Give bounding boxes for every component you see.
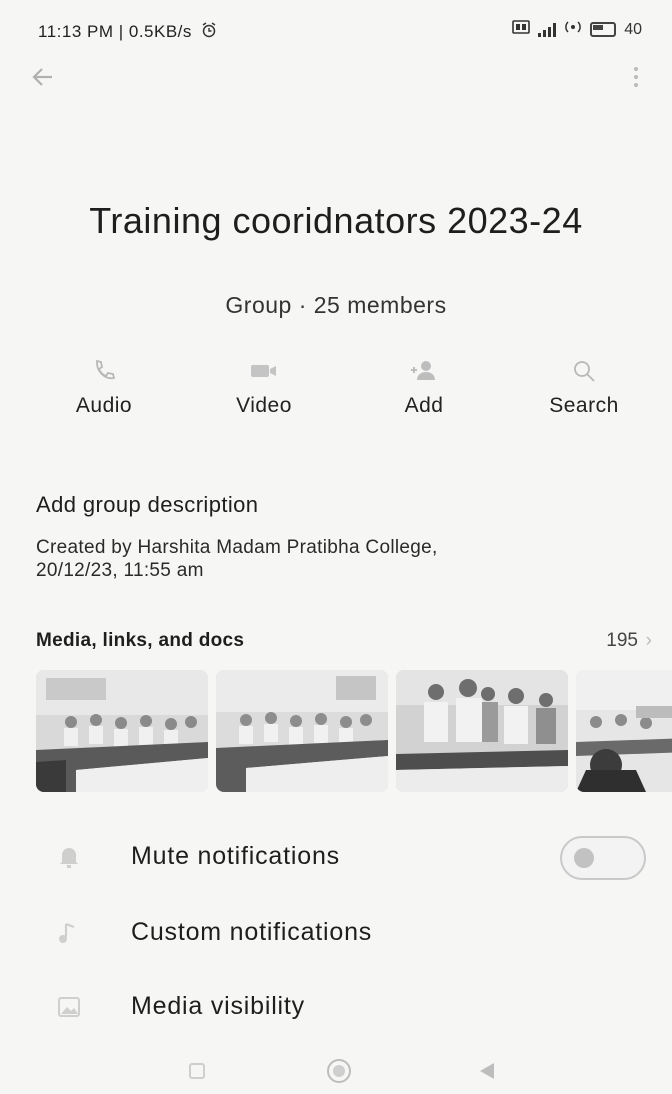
media-thumbnail[interactable] [216, 670, 388, 792]
battery-icon [590, 22, 617, 37]
alarm-icon [201, 22, 217, 43]
group-subtitle: Group · 25 members [225, 292, 447, 318]
video-label: Video [236, 394, 292, 417]
search-icon [571, 356, 597, 386]
media-count: 195 [606, 630, 638, 651]
custom-notifications-row[interactable]: Custom notifications [0, 906, 672, 962]
media-thumbnails [36, 670, 672, 794]
action-bar: Audio Video Add Search [34, 356, 654, 426]
media-thumbnail[interactable] [36, 670, 208, 792]
search-label: Search [549, 394, 619, 417]
created-date-text: 20/12/23, 11:55 am [36, 560, 204, 581]
image-icon [56, 994, 82, 1020]
hotspot-icon [564, 20, 582, 39]
arrow-back-icon[interactable] [30, 64, 60, 94]
phone-icon [91, 356, 117, 386]
media-links-docs-header[interactable]: Media, links, and docs 195 › [36, 630, 656, 656]
add-member-button[interactable]: Add [354, 356, 494, 426]
media-visibility-label: Media visibility [131, 992, 305, 1020]
signal-icon [538, 22, 557, 37]
system-nav-bar [0, 1044, 672, 1094]
status-icons: 40 [512, 20, 642, 39]
status-bar: 11:13 PM | 0.5KB/s 40 [0, 0, 672, 56]
media-thumbnail[interactable] [576, 670, 672, 792]
battery-level: 40 [624, 20, 642, 38]
add-person-icon [408, 356, 440, 386]
created-by-text: Created by Harshita Madam Pratibha Colle… [36, 537, 438, 558]
toggle-knob [574, 848, 594, 868]
bell-off-icon [56, 844, 82, 870]
group-name: Training cooridnators 2023-24 [89, 200, 583, 241]
mute-notifications-toggle[interactable] [560, 836, 646, 880]
back-nav-icon[interactable] [470, 1054, 504, 1088]
mute-notifications-row[interactable]: Mute notifications [0, 830, 672, 886]
media-title: Media, links, and docs [36, 630, 245, 651]
mute-notifications-label: Mute notifications [131, 842, 340, 870]
music-note-icon [56, 920, 82, 946]
chevron-right-icon: › [645, 630, 652, 651]
recents-icon[interactable] [180, 1054, 214, 1088]
more-vert-icon[interactable] [626, 62, 646, 92]
group-info-screen: 11:13 PM | 0.5KB/s 40 Training cooridnat… [0, 0, 672, 1094]
sim-icon [512, 20, 531, 39]
media-thumbnail[interactable] [396, 670, 568, 792]
created-info: Created by Harshita Madam Pratibha Colle… [36, 536, 636, 582]
audio-label: Audio [75, 394, 133, 417]
status-time-text: 11:13 PM | 0.5KB/s [38, 22, 192, 41]
add-label: Add [404, 394, 444, 417]
search-button[interactable]: Search [514, 356, 654, 426]
media-visibility-row[interactable]: Media visibility [0, 980, 672, 1036]
video-camera-icon [249, 356, 279, 386]
audio-call-button[interactable]: Audio [34, 356, 174, 426]
status-time: 11:13 PM | 0.5KB/s [38, 22, 217, 43]
home-icon[interactable] [322, 1054, 356, 1088]
add-group-description[interactable]: Add group description [36, 492, 258, 518]
custom-notifications-label: Custom notifications [131, 918, 373, 946]
video-call-button[interactable]: Video [194, 356, 334, 426]
